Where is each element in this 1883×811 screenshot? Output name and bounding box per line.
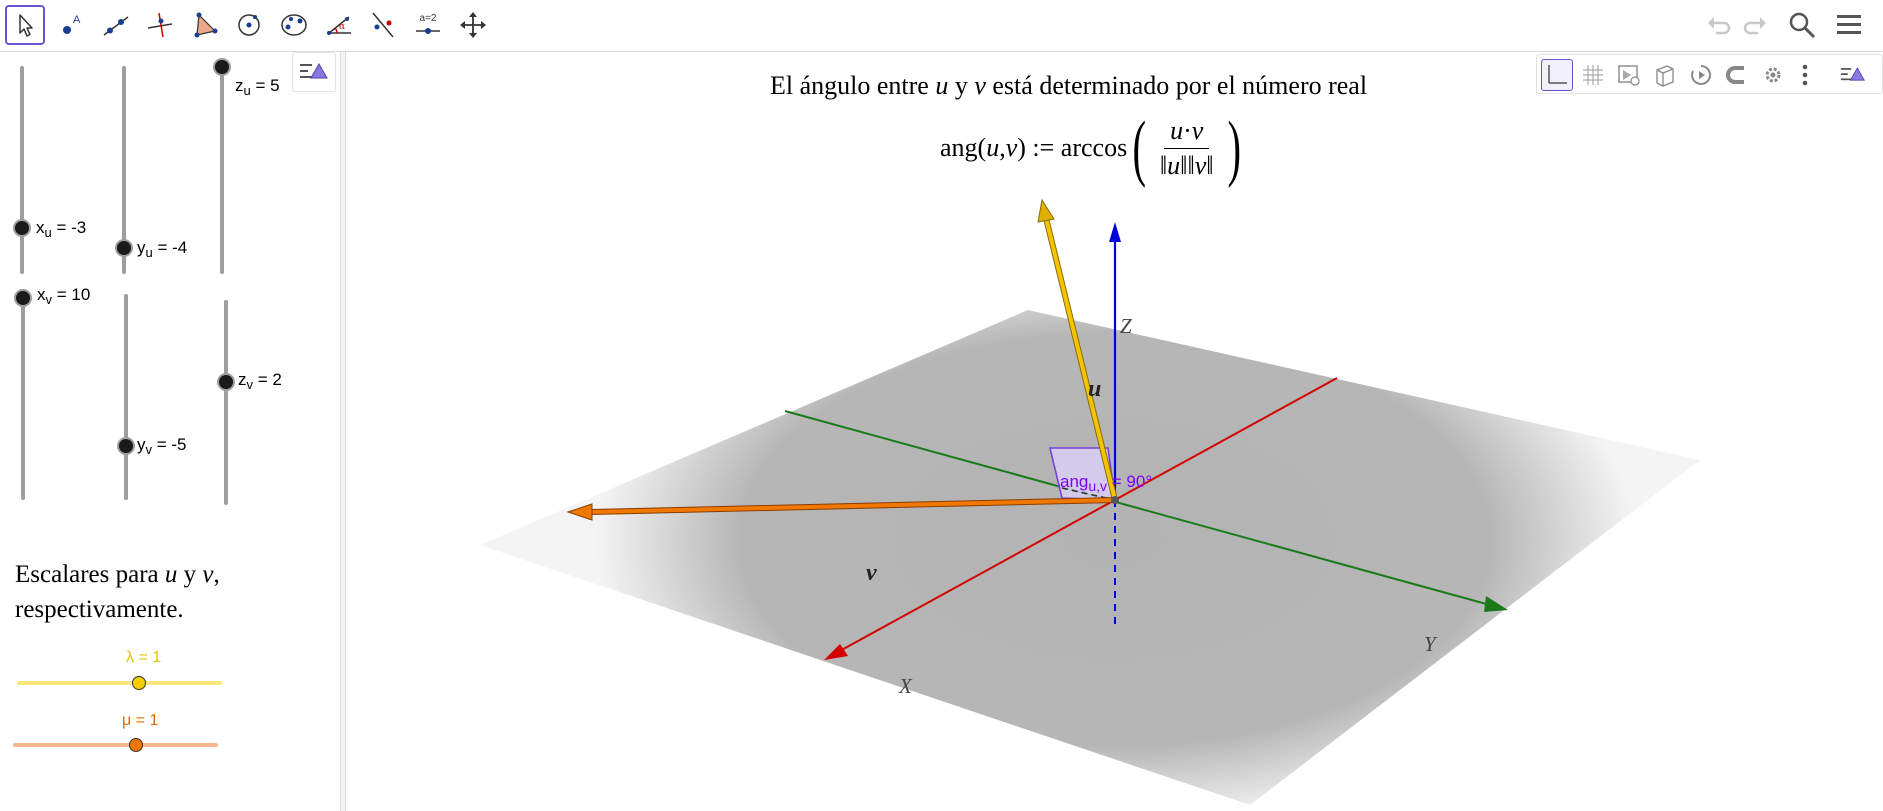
point-icon-text: A [73,14,81,26]
perpendicular-icon [147,12,173,38]
scalar-description-text: Escalares para u y v, respectivamente. [15,561,220,623]
menu-icon [1837,15,1861,34]
algebra-style-toggle-button[interactable] [292,52,336,92]
redo-icon [1743,17,1766,35]
cube-icon [1656,65,1674,87]
slider-mu-track[interactable] [13,743,218,747]
angle-icon-text: α [339,22,345,32]
slider-lambda-label: λ = 1 [126,649,162,666]
more-options-button[interactable] [1789,59,1821,91]
graphics-style-bar [1536,54,1883,94]
undo-icon [1708,17,1731,35]
slider-yu-label: yu = -4 [137,238,188,260]
toggle-grid-button[interactable] [1577,59,1609,91]
toggle-axes-button[interactable] [1541,59,1573,91]
origin-point[interactable] [1111,496,1119,504]
point-tool[interactable]: A [51,5,91,45]
algebra-panel: xu = -3 yu = -4 zu = 5 xv = 10 yv = -5 z… [0,52,340,811]
angle-label: angu,v = 90° [1060,472,1153,494]
toggle-style-bar-icon [1840,67,1866,81]
slider-mu-label: μ = 1 [122,712,159,729]
search-icon [1789,12,1816,39]
angle-tool[interactable]: α [319,5,359,45]
angle-icon: α [326,16,351,35]
rotate-icon [1691,64,1712,85]
move-arrow-icon [19,14,33,37]
clipping-cube-button[interactable] [1649,59,1681,91]
line-icon [103,16,129,36]
angle-formula: ang(u, v) := arccos ( u·v ‖u‖‖v‖ ) [940,107,1241,189]
graphics-3d-view[interactable]: El ángulo entre u y v está determinado p… [346,52,1883,811]
intersect-tool[interactable] [274,5,314,45]
fraction-numerator: u·v [1164,116,1210,149]
move-view-icon [460,12,486,38]
more-icon [1802,64,1808,86]
y-axis-label: Y [1424,632,1436,656]
fraction-denominator: ‖u‖‖v‖ [1159,150,1214,180]
slider-zv-label: zv = 2 [238,370,282,392]
toggle-style-bar-icon [300,62,328,79]
vector-v-label: v [866,560,877,586]
slider-lambda-track[interactable] [17,681,222,685]
slider-xu-label: xu = -3 [36,218,87,240]
move-view-tool[interactable] [453,5,493,45]
slider-zv-track[interactable] [224,300,228,505]
geogebra-app: A α a=2 xu = -3 yu = -4 zu = 5 xv = 10 y… [0,0,1883,811]
undo-button[interactable] [1702,8,1736,42]
left-paren: ( [1132,107,1147,189]
polygon-tool[interactable] [185,5,225,45]
reflect-icon [372,12,394,38]
x-axis-label: X [899,674,912,698]
polygon-icon [194,12,218,38]
slider-yu-knob[interactable] [115,239,133,257]
reflect-tool[interactable] [363,5,403,45]
slider-yv-knob[interactable] [117,437,135,455]
slider-yv-track[interactable] [124,294,128,500]
rotate-view-button[interactable] [1685,59,1717,91]
intersect-icon [281,14,307,36]
graphics-settings-button[interactable] [1757,59,1789,91]
vector-u-label: u [1088,376,1102,402]
slider-zv-knob[interactable] [217,373,235,391]
slider-tool-text: a=2 [419,13,437,24]
fraction: u·v ‖u‖‖v‖ [1154,116,1220,181]
slider-lambda-knob[interactable] [132,676,146,690]
formula-description: El ángulo entre u y v está determinado p… [770,71,1368,100]
toolbar: A α a=2 [0,0,1883,52]
search-button[interactable] [1785,8,1819,42]
graphics-style-toggle-button[interactable] [1837,59,1869,91]
point-icon: A [63,14,81,34]
circle-tool[interactable] [229,5,269,45]
slider-xu-knob[interactable] [13,219,31,237]
settings-icon [1765,67,1781,83]
slider-xv-track[interactable] [21,292,25,500]
view-button[interactable] [1613,59,1645,91]
slider-xv-knob[interactable] [14,289,32,307]
vector-u-arrowhead [1037,198,1055,223]
line-tool[interactable] [96,5,136,45]
right-paren: ) [1227,107,1241,189]
grid-icon [1583,65,1603,85]
move-tool[interactable] [5,5,45,45]
z-axis-arrowhead [1109,222,1121,242]
slider-tool[interactable]: a=2 [408,5,448,45]
z-axis-label: Z [1120,314,1132,338]
perpendicular-line-tool[interactable] [140,5,180,45]
slider-mu-knob[interactable] [129,738,143,752]
main-menu-button[interactable] [1832,8,1866,42]
redo-button[interactable] [1738,8,1772,42]
slider-zu-label: zu = 5 [235,76,280,98]
axes-icon [1548,65,1567,84]
slider-xv-label: xv = 10 [37,285,91,307]
slider-xu-track[interactable] [20,66,24,274]
circle-icon [238,14,260,36]
view-icon [1618,65,1640,86]
magnet-icon [1726,66,1744,84]
slider-zu-track[interactable] [220,66,224,274]
point-capturing-button[interactable] [1721,59,1753,91]
slider-zu-knob[interactable] [213,58,231,76]
slider-yv-label: yv = -5 [137,435,187,457]
